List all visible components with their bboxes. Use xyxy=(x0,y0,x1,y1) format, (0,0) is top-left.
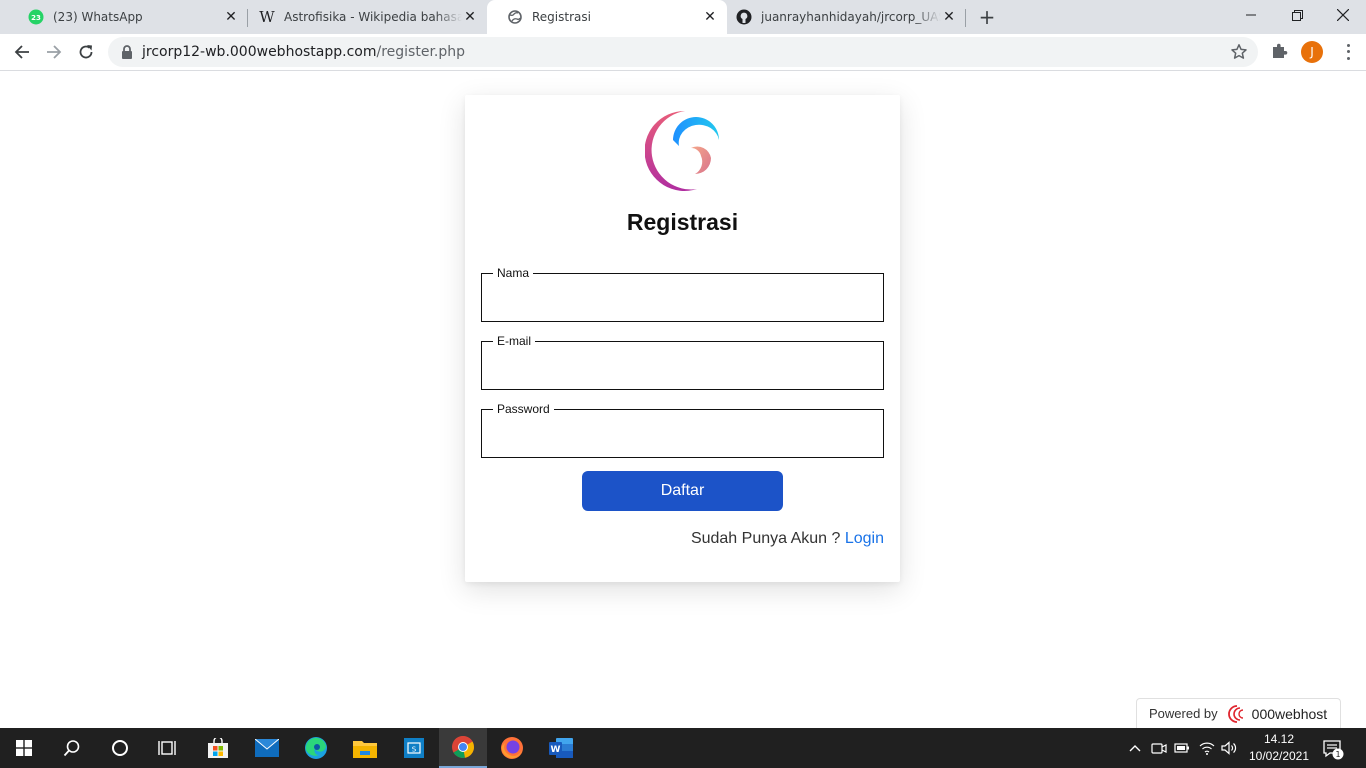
tab-title: Astrofisika - Wikipedia bahasa Indonesia xyxy=(284,10,462,24)
nama-label: Nama xyxy=(497,266,530,280)
clock-date: 10/02/2021 xyxy=(1248,749,1310,763)
taskbar-clock[interactable]: 14.12 10/02/2021 xyxy=(1244,731,1314,765)
powered-by-text: Powered by xyxy=(1149,706,1218,721)
edge-icon[interactable] xyxy=(292,728,340,768)
nama-field-box: Nama xyxy=(481,266,884,322)
minimize-icon[interactable] xyxy=(1228,0,1274,30)
store-icon[interactable] xyxy=(194,728,242,768)
tab-separator xyxy=(965,9,966,27)
powered-by-badge[interactable]: Powered by 000webhost xyxy=(1136,698,1341,728)
close-icon[interactable]: ✕ xyxy=(223,9,239,25)
password-label: Password xyxy=(497,402,550,416)
email-input[interactable] xyxy=(494,348,871,376)
sway-icon[interactable]: S xyxy=(390,728,438,768)
login-link[interactable]: Login xyxy=(845,530,884,547)
browser-toolbar: jrcorp12-wb.000webhostapp.com/register.p… xyxy=(0,34,1366,71)
menu-dots-icon[interactable] xyxy=(1341,42,1355,62)
tab-title: (23) WhatsApp xyxy=(53,10,143,24)
address-bar[interactable]: jrcorp12-wb.000webhostapp.com/register.p… xyxy=(108,37,1258,67)
windows-taskbar: S W 14.12 10/02/2021 1 xyxy=(0,728,1366,768)
search-icon[interactable] xyxy=(48,728,96,768)
mail-icon[interactable] xyxy=(243,728,291,768)
chrome-icon[interactable] xyxy=(439,728,487,768)
word-icon[interactable]: W xyxy=(537,728,585,768)
firefox-icon[interactable] xyxy=(488,728,536,768)
chevron-up-icon[interactable] xyxy=(1127,740,1143,756)
notification-icon[interactable]: 1 xyxy=(1322,738,1344,760)
powered-by-brand: 000webhost xyxy=(1251,705,1328,722)
logo-icon xyxy=(644,110,721,192)
login-prompt-text: Sudah Punya Akun ? xyxy=(690,530,841,547)
github-icon xyxy=(736,9,752,25)
reload-icon[interactable] xyxy=(74,40,98,64)
volume-icon[interactable] xyxy=(1221,740,1237,756)
url-host: jrcorp12-wb.000webhostapp.com xyxy=(142,44,377,60)
restore-icon[interactable] xyxy=(1274,0,1320,30)
lock-icon[interactable] xyxy=(120,45,134,59)
battery-icon[interactable] xyxy=(1174,740,1190,756)
close-icon[interactable]: ✕ xyxy=(462,9,478,25)
new-tab-button[interactable]: + xyxy=(977,7,997,27)
000webhost-logo-icon xyxy=(1226,704,1248,723)
bookmark-star-icon[interactable] xyxy=(1230,43,1248,61)
tab-strip: 23 (23) WhatsApp ✕ W Astrofisika - Wikip… xyxy=(0,0,1366,34)
profile-avatar[interactable]: J xyxy=(1301,41,1323,63)
login-prompt: Sudah Punya Akun ? Login xyxy=(691,530,884,548)
notification-count: 1 xyxy=(1335,750,1340,759)
start-icon[interactable] xyxy=(0,728,48,768)
back-arrow-icon[interactable] xyxy=(10,40,34,64)
meet-now-icon[interactable] xyxy=(1151,740,1167,756)
wikipedia-icon: W xyxy=(259,8,275,26)
email-field-box: E-mail xyxy=(481,334,884,390)
tab-whatsapp[interactable]: 23 (23) WhatsApp ✕ xyxy=(8,0,248,34)
file-explorer-icon[interactable] xyxy=(341,728,389,768)
password-input[interactable] xyxy=(494,416,871,444)
url-path: /register.php xyxy=(376,44,466,60)
url-text: jrcorp12-wb.000webhostapp.com/register.p… xyxy=(142,44,465,60)
password-field-box: Password xyxy=(481,402,884,458)
register-card: Registrasi Nama E-mail Password Daftar S… xyxy=(465,95,900,582)
daftar-button[interactable]: Daftar xyxy=(582,471,783,511)
svg-text:S: S xyxy=(412,746,417,754)
clock-time: 14.12 xyxy=(1263,732,1295,746)
tab-wikipedia[interactable]: W Astrofisika - Wikipedia bahasa Indones… xyxy=(239,0,487,34)
forward-arrow-icon[interactable] xyxy=(42,40,66,64)
tab-title: juanrayhanhidayah/jrcorp_UAS_web xyxy=(761,10,941,24)
wifi-icon[interactable] xyxy=(1199,740,1215,756)
globe-icon xyxy=(507,9,523,25)
cortana-icon[interactable] xyxy=(96,728,144,768)
tab-github[interactable]: juanrayhanhidayah/jrcorp_UAS_web ✕ xyxy=(716,0,966,34)
page-title: Registrasi xyxy=(626,209,739,235)
task-view-icon[interactable] xyxy=(144,728,192,768)
svg-text:W: W xyxy=(551,745,561,755)
tab-registrasi[interactable]: Registrasi ✕ xyxy=(487,0,727,34)
nama-input[interactable] xyxy=(494,280,871,308)
extensions-puzzle-icon[interactable] xyxy=(1270,42,1290,62)
whatsapp-badge: 23 xyxy=(31,14,41,22)
close-icon[interactable]: ✕ xyxy=(941,9,957,25)
tab-title: Registrasi xyxy=(532,10,591,24)
email-label: E-mail xyxy=(497,334,532,348)
close-window-icon[interactable] xyxy=(1320,0,1366,30)
whatsapp-icon: 23 xyxy=(28,9,44,25)
page-viewport: Registrasi Nama E-mail Password Daftar S… xyxy=(0,71,1366,728)
